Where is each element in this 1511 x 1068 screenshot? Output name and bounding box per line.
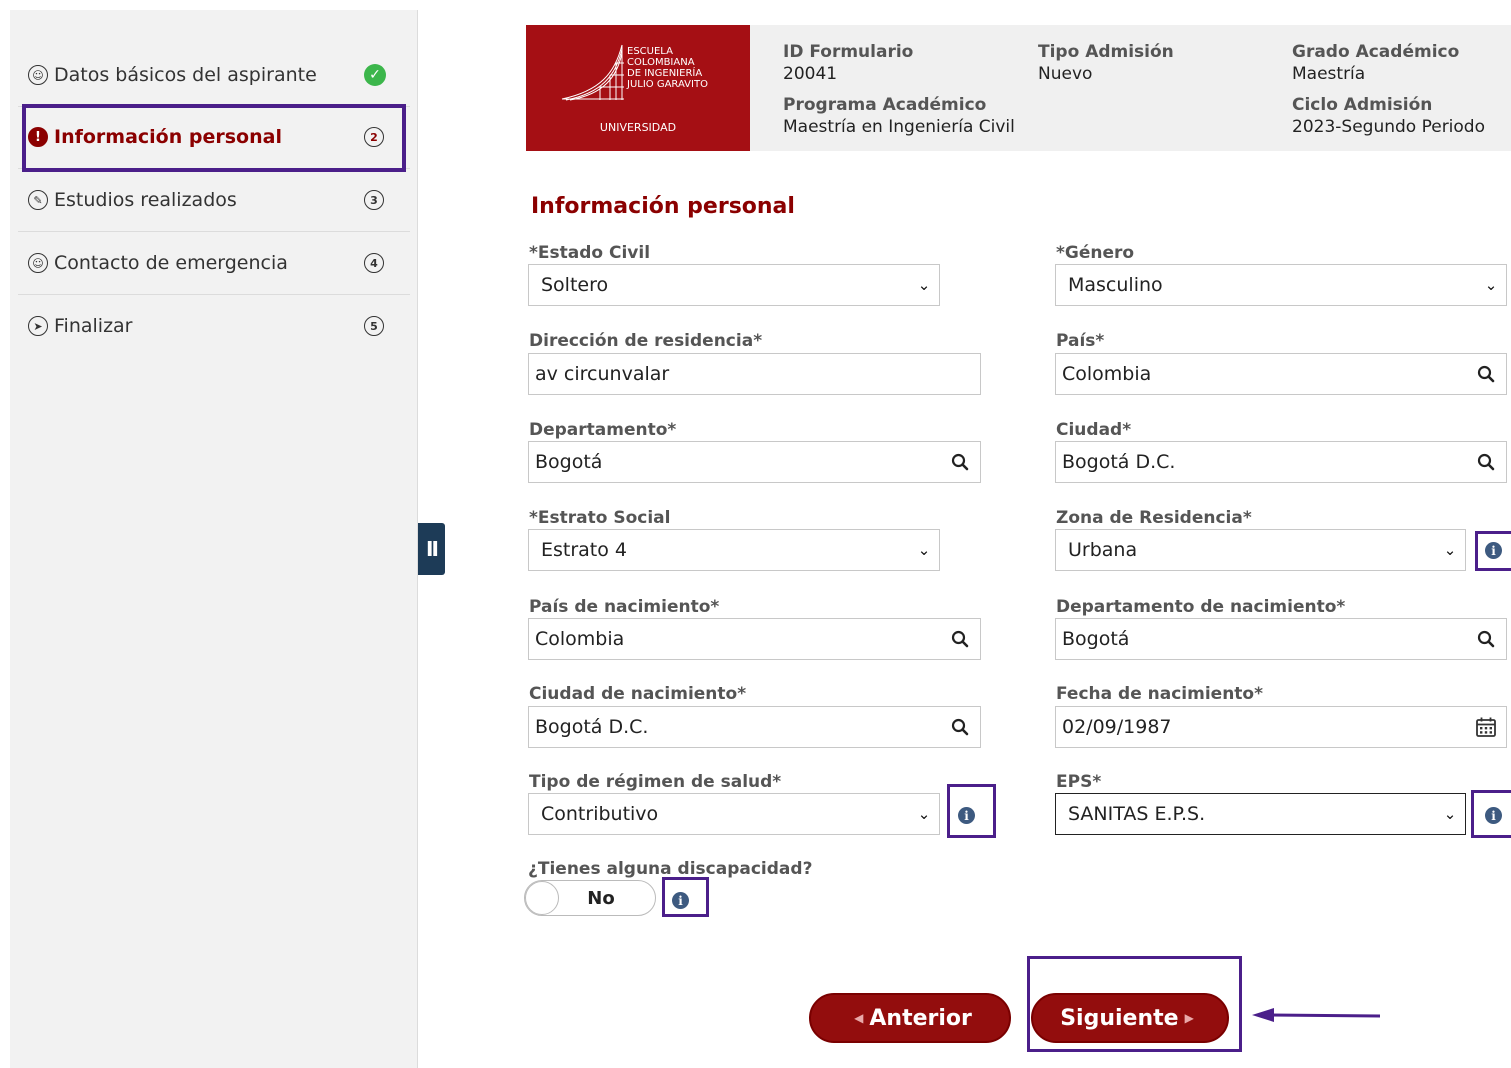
pencil-circle-icon: ✎ [28,190,48,210]
pais-label: País* [1056,331,1105,351]
zona-label: Zona de Residencia* [1056,508,1252,528]
collapse-sidebar-button[interactable]: II [418,523,445,575]
logo-universidad: UNIVERSIDAD [599,121,677,134]
regimen-salud-select[interactable]: Contributivo ⌄ [528,793,940,835]
fecha-nacimiento-input[interactable]: 02/09/1987 [1055,706,1507,748]
ciudad-nacimiento-label: Ciudad de nacimiento* [529,684,747,704]
pais-nacimiento-label: País de nacimiento* [529,597,720,617]
sidebar-item-contacto[interactable]: ☺ Contacto de emergencia 4 [18,232,410,294]
direccion-input[interactable]: av circunvalar [528,353,981,395]
previous-button[interactable]: ◀ Anterior [809,993,1011,1043]
depto-nacimiento-label: Departamento de nacimiento* [1056,597,1346,617]
form-header: Escuela Colombiana de Ingeniería Julio G… [526,25,1511,151]
grado-academico: Grado Académico Maestría [1292,42,1460,84]
annotation-arrow-icon [1252,1008,1381,1022]
logo-text: Escuela Colombiana de Ingeniería Julio G… [627,46,708,90]
logo-lines-icon [561,44,624,101]
toggle-knob [525,881,559,915]
caret-left-icon: ◀ [854,1011,864,1025]
sidebar-item-label: Estudios realizados [54,189,237,211]
search-icon[interactable] [1466,630,1506,648]
departamento-label: Departamento* [529,420,677,440]
highlight-box-regimen-info [947,784,996,838]
search-icon[interactable] [940,630,980,648]
estrato-select[interactable]: Estrato 4 ⌄ [528,529,940,571]
tipo-admision: Tipo Admisión Nuevo [1038,42,1174,84]
users-circle-icon: ☺ [28,253,48,273]
chevron-down-icon: ⌄ [917,276,931,294]
chevron-down-icon: ⌄ [1443,805,1457,823]
highlight-box-zona-info [1475,531,1511,571]
ciclo-admision: Ciclo Admisión 2023-Segundo Periodo [1292,95,1485,137]
highlight-box-discapacidad-info [662,877,709,917]
form-title: Información personal [531,194,795,219]
pais-nacimiento-input[interactable]: Colombia [528,618,981,660]
highlight-box-eps-info [1471,790,1511,838]
ciudad-label: Ciudad* [1056,420,1132,440]
id-formulario: ID Formulario 20041 [783,42,914,84]
discapacidad-label: ¿Tienes alguna discapacidad? [528,859,813,879]
chevron-down-icon: ⌄ [917,541,931,559]
estado-civil-label: *Estado Civil [529,243,651,263]
pais-input[interactable]: Colombia [1055,353,1507,395]
step-number-icon: 3 [364,190,384,210]
regimen-salud-label: Tipo de régimen de salud* [529,772,782,792]
ciudad-nacimiento-input[interactable]: Bogotá D.C. [528,706,981,748]
sidebar-item-finalizar[interactable]: ➤ Finalizar 5 [18,295,410,357]
sidebar-item-label: Contacto de emergencia [54,252,288,274]
sidebar-item-datos-basicos[interactable]: ☺ Datos básicos del aspirante ✓ [18,44,410,106]
chevron-down-icon: ⌄ [1443,541,1457,559]
user-circle-icon: ☺ [28,65,48,85]
send-circle-icon: ➤ [28,316,48,336]
sidebar: ☺ Datos básicos del aspirante ✓ ! Inform… [10,10,418,1068]
eps-label: EPS* [1056,772,1102,792]
sidebar-item-label: Finalizar [54,315,133,337]
search-icon[interactable] [940,453,980,471]
discapacidad-toggle[interactable]: No [524,880,656,916]
university-logo: Escuela Colombiana de Ingeniería Julio G… [526,25,750,151]
fecha-nacimiento-label: Fecha de nacimiento* [1056,684,1263,704]
step-number-icon: 5 [364,316,384,336]
sidebar-item-estudios[interactable]: ✎ Estudios realizados 3 [18,169,410,231]
programa-academico: Programa Académico Maestría en Ingenierí… [783,95,1015,137]
highlight-box-next-button [1027,956,1242,1052]
step-number-icon: 4 [364,253,384,273]
direccion-label: Dirección de residencia* [529,331,763,351]
estrato-label: *Estrato Social [529,508,671,528]
calendar-icon[interactable] [1466,716,1506,738]
search-icon[interactable] [940,718,980,736]
search-icon[interactable] [1466,453,1506,471]
chevron-down-icon: ⌄ [917,805,931,823]
search-icon[interactable] [1466,365,1506,383]
sidebar-item-label: Datos básicos del aspirante [54,64,317,86]
ciudad-input[interactable]: Bogotá D.C. [1055,441,1507,483]
eps-select[interactable]: SANITAS E.P.S. ⌄ [1055,793,1466,835]
departamento-input[interactable]: Bogotá [528,441,981,483]
genero-label: *Género [1056,243,1135,263]
toggle-value: No [587,887,615,909]
genero-select[interactable]: Masculino ⌄ [1055,264,1507,306]
depto-nacimiento-input[interactable]: Bogotá [1055,618,1507,660]
zona-select[interactable]: Urbana ⌄ [1055,529,1466,571]
check-circle-icon: ✓ [364,64,386,86]
chevron-down-icon: ⌄ [1484,276,1498,294]
estado-civil-select[interactable]: Soltero ⌄ [528,264,940,306]
highlight-box-active-step [22,104,406,172]
